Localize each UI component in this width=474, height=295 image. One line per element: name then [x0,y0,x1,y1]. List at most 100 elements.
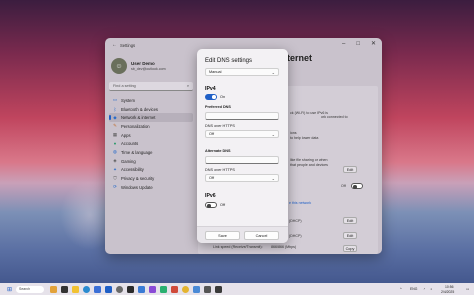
globe-icon: ◍ [113,149,117,155]
preferred-dns-input[interactable] [205,112,279,120]
close-icon[interactable]: ✕ [371,41,376,47]
app-icon-1[interactable] [138,285,145,293]
file-explorer-icon[interactable] [72,285,79,293]
edit-dns-dialog: Edit DNS settings Manual ⌄ IPv4 On Prefe… [197,49,288,243]
nav-item-privacy[interactable]: ⛉ Privacy & security [109,174,193,183]
metered-text: to help lower data [290,136,319,140]
user-avatar: ☺ [111,58,127,74]
ipv6-heading: IPv6 [205,193,216,199]
profile[interactable]: ☺ User Demo sb_dev@outlook.com [109,54,193,78]
nav-label: Network & internet [121,115,156,121]
wifi-tray-icon[interactable]: ◔ [423,287,425,291]
task-view-icon[interactable] [61,285,68,293]
metered-toggle-label: Off [341,184,346,188]
alternate-https-label: DNS over HTTPS [205,168,235,172]
wifi-icon: ◆ [113,114,117,120]
nav-label: Time & language [121,149,153,155]
nav-label: Gaming [121,158,136,164]
nav-item-accounts[interactable]: ● Accounts [109,139,193,148]
taskbar-search[interactable]: Search [16,285,44,293]
mail-icon[interactable] [105,285,112,293]
alternate-dns-label: Alternate DNS [205,149,231,153]
nav-label: Windows Update [121,184,153,190]
store-icon[interactable] [94,285,101,293]
edit-button-2[interactable]: Edit [343,217,357,224]
preferred-https-label: DNS over HTTPS [205,124,235,128]
alternate-https-select[interactable]: Off ⌄ [205,174,279,182]
window-controls: – □ ✕ [342,41,376,47]
app-icon-2[interactable] [149,285,156,293]
nav-item-windows-update[interactable]: ⟳ Windows Update [109,183,193,192]
dialog-title: Edit DNS settings [205,58,253,64]
nav-item-accessibility[interactable]: ✦ Accessibility [109,166,193,175]
ipv4-toggle[interactable] [205,94,217,100]
ipv6-toggle[interactable] [205,202,217,208]
minimize-icon[interactable]: – [342,41,345,47]
nav-item-personalization[interactable]: ✎ Personalization [109,122,193,131]
nav-label: Privacy & security [121,176,155,182]
preferred-dns-label: Preferred DNS [205,105,231,109]
chevron-up-icon[interactable]: ^ [400,287,402,291]
clock-date[interactable]: 2/4/2025 [441,290,454,294]
terminal-icon[interactable] [127,285,134,293]
settings-search-input[interactable]: Find a setting ⌕ [109,82,193,91]
nav-item-gaming[interactable]: ◈ Gaming [109,157,193,166]
maximize-icon[interactable]: □ [356,41,360,47]
brush-icon: ✎ [113,123,117,129]
edit-button-1[interactable]: Edit [343,166,357,173]
bluetooth-icon: ᛒ [113,106,117,112]
nav-item-apps[interactable]: ▦ Apps [109,131,193,140]
widget-icon[interactable] [50,285,57,293]
language-indicator[interactable]: ENG [410,287,417,291]
page-title: ternet [287,53,313,63]
dhcp-label-2: (DHCP) [289,234,302,238]
preferred-https-select[interactable]: Off ⌄ [205,130,279,138]
taskbar-search-label: Search [19,287,31,291]
nav-item-network[interactable]: ◆ Network & internet [109,113,193,123]
link-speed-label: Link speed (Receive/Transmit): [213,245,263,249]
volume-icon[interactable]: ◖ [430,287,432,291]
search-placeholder: Find a setting [113,84,136,88]
ipv4-toggle-label: On [220,94,226,99]
update-icon: ⟳ [113,184,117,190]
app-icon-5[interactable] [193,285,200,293]
cancel-button[interactable]: Cancel [244,231,279,240]
nav-label: Accessibility [121,167,144,173]
dns-mode-value: Manual [209,70,222,74]
settings-gear-icon[interactable] [116,285,123,293]
alternate-dns-input[interactable] [205,156,279,164]
metered-toggle[interactable] [351,183,363,189]
ipv6-toggle-label: Off [220,202,225,207]
nav-item-time-language[interactable]: ◍ Time & language [109,148,193,157]
app-icon-3[interactable] [160,285,167,293]
back-arrow-icon[interactable]: ← [112,42,117,48]
alternate-https-value: Off [209,176,214,180]
network-link[interactable]: e this network [289,201,311,205]
start-icon[interactable]: ⊞ [6,286,13,293]
ipv4-heading: IPv4 [205,86,216,92]
chrome-icon[interactable] [182,285,189,293]
app-icon-7[interactable] [215,285,222,293]
edit-button-3[interactable]: Edit [343,232,357,239]
clock-time[interactable]: 10:56 [445,285,454,289]
notification-icon[interactable]: ▭ [466,287,469,291]
app-icon-6[interactable] [204,285,211,293]
app-icon-4[interactable] [171,285,178,293]
copy-button[interactable]: Copy [343,245,357,252]
window-title: Settings [120,42,136,48]
link-speed-value: 866/866 (Mbps) [271,245,297,249]
dhcp-label-1: (DHCP) [289,219,302,223]
taskbar: ⊞ Search ^ ENG ◔ ◖ 10:56 2/4/2025 ▭ [0,283,474,295]
chevron-down-icon: ⌄ [271,69,275,75]
network-info-text: ork connected to [321,115,348,119]
trust-text: that people and devices [290,163,328,167]
profile-name: User Demo [131,61,155,66]
profile-email: sb_dev@outlook.com [131,67,166,71]
nav-item-bluetooth[interactable]: ᛒ Bluetooth & devices [109,105,193,114]
edge-icon[interactable] [83,285,90,293]
dns-mode-select[interactable]: Manual ⌄ [205,68,279,76]
shield-icon: ⛉ [113,176,117,182]
apps-icon: ▦ [112,132,118,138]
save-button[interactable]: Save [205,231,240,240]
nav-item-system[interactable]: ▭ System [109,96,193,105]
